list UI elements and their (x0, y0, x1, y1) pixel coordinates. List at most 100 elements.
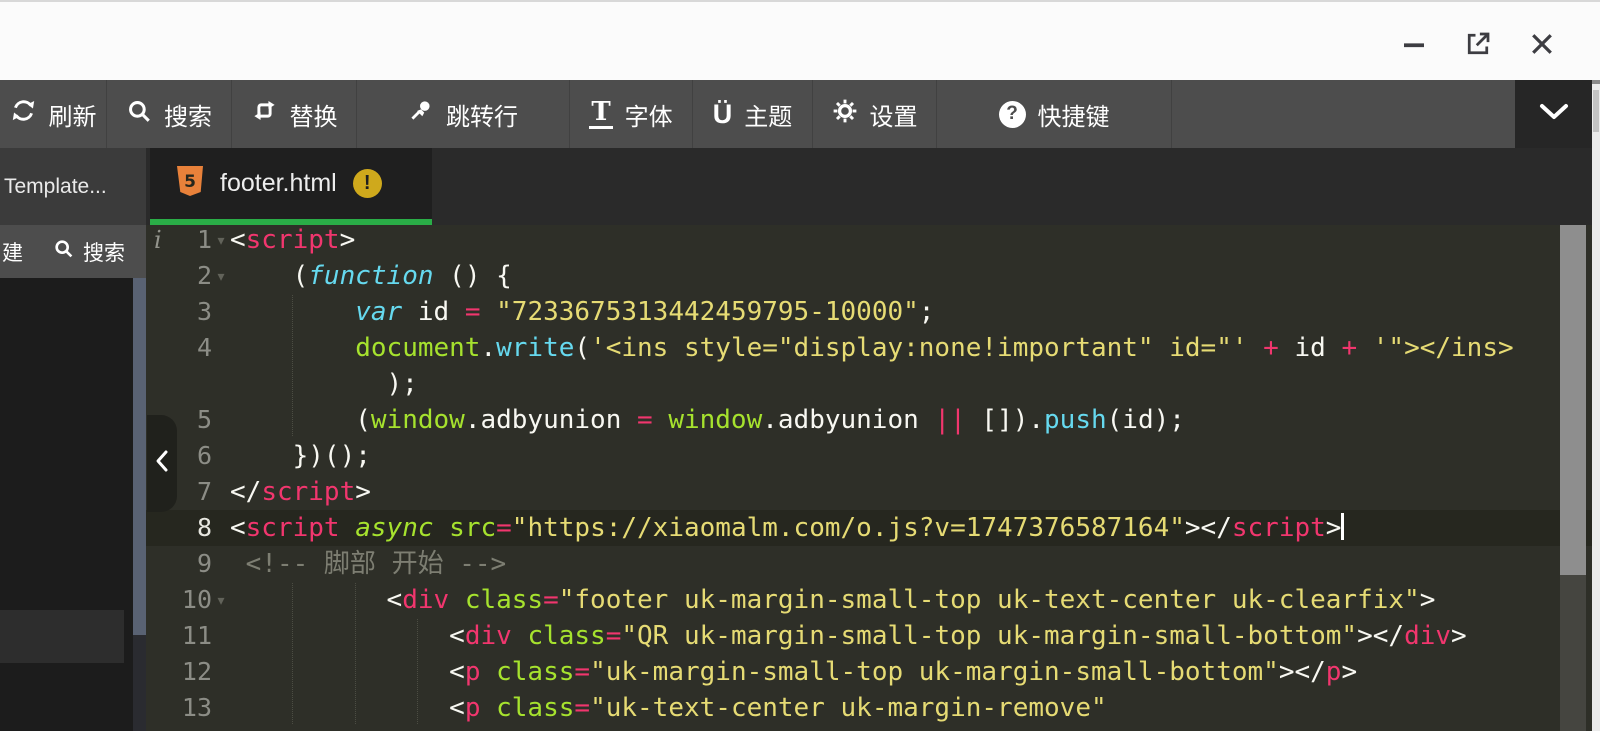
tab-strip: Template... 5 footer.html ! (0, 148, 1592, 225)
sidebar-collapse-handle[interactable] (147, 415, 177, 512)
line-number: 3 (146, 294, 212, 330)
indent-guide (417, 619, 418, 724)
code-line[interactable]: 9 <!-- 脚部 开始 --> (146, 546, 1592, 582)
code-text: <script> (230, 225, 355, 258)
text-cursor (1341, 513, 1344, 540)
code-editor[interactable]: i1▾<script>2▾ (function () {3 var id = "… (146, 225, 1592, 731)
toolbar-button-label: 快捷键 (1038, 97, 1110, 132)
code-line[interactable]: ); (146, 366, 1592, 402)
editor-scrollbar-thumb[interactable] (1560, 225, 1586, 575)
code-line[interactable]: 7</script> (146, 474, 1592, 510)
sidebar-scrollbar-track[interactable] (133, 635, 147, 731)
code-line[interactable]: 5 (window.adbyunion = window.adbyunion |… (146, 402, 1592, 438)
toolbar-button-label: 设置 (870, 97, 918, 132)
line-number: 13 (146, 690, 212, 726)
code-text: <div class="footer uk-margin-small-top u… (230, 582, 1435, 618)
line-number: 11 (146, 618, 212, 654)
fold-gutter (212, 546, 230, 582)
html5-icon: 5 (176, 165, 204, 202)
window-scrollbar-track[interactable] (1592, 80, 1600, 731)
fold-gutter (212, 654, 230, 690)
fold-toggle-icon[interactable]: ▾ (212, 225, 230, 258)
code-text: <p class="uk-text-center uk-margin-remov… (230, 690, 1107, 726)
line-number: 8 (146, 510, 212, 546)
close-icon[interactable] (1526, 28, 1558, 60)
sidebar-header: 建 搜索 (0, 225, 146, 278)
replace-button[interactable]: 替换 (232, 80, 357, 148)
refresh-button[interactable]: 刷新 (0, 80, 107, 148)
search-icon (126, 98, 152, 131)
svg-text:5: 5 (184, 172, 196, 192)
line-number: 12 (146, 654, 212, 690)
code-text: <p class="uk-margin-small-top uk-margin-… (230, 654, 1357, 690)
sidebar: 建 搜索 (0, 225, 146, 731)
sidebar-scrollbar-thumb[interactable] (133, 278, 147, 635)
code-text: })(); (230, 438, 371, 474)
code-line[interactable]: 6 })(); (146, 438, 1592, 474)
gear-icon (832, 98, 858, 131)
fold-gutter (212, 330, 230, 366)
search-icon (53, 238, 74, 265)
sidebar-search-button[interactable]: 搜索 (53, 237, 125, 267)
indent-guide (355, 583, 356, 724)
fold-toggle-icon[interactable]: ▾ (212, 582, 230, 618)
shortcuts-button[interactable]: ? 快捷键 (937, 80, 1172, 148)
font-icon: T (589, 99, 612, 129)
sidebar-new-button[interactable]: 建 (2, 237, 23, 267)
pin-icon (408, 98, 434, 131)
code-line[interactable]: 10▾ <div class="footer uk-margin-small-t… (146, 582, 1592, 618)
code-line[interactable]: 4 document.write('<ins style="display:no… (146, 330, 1592, 366)
code-text: <div class="QR uk-margin-small-top uk-ma… (230, 618, 1467, 654)
code-line[interactable]: 13 <p class="uk-text-center uk-margin-re… (146, 690, 1592, 726)
line-number: 2 (146, 258, 212, 294)
code-text: <!-- 脚部 开始 --> (230, 546, 506, 582)
theme-button[interactable]: Ü 主题 (693, 80, 813, 148)
chevron-left-icon (154, 448, 170, 479)
fold-gutter (212, 618, 230, 654)
toolbar-button-label: 跳转行 (446, 97, 518, 132)
code-text: var id = "7233675313442459795-10000"; (230, 294, 934, 330)
sidebar-panel-title[interactable]: Template... (0, 148, 146, 225)
code-line[interactable]: i1▾<script> (146, 225, 1592, 258)
toolbar-button-label: 字体 (625, 97, 673, 132)
window-controls (1398, 28, 1558, 60)
fold-gutter (212, 438, 230, 474)
fold-gutter (212, 474, 230, 510)
title-bar (0, 0, 1600, 80)
code-line[interactable]: 11 <div class="QR uk-margin-small-top uk… (146, 618, 1592, 654)
tab-title: footer.html (220, 169, 337, 198)
goto-line-button[interactable]: 跳转行 (357, 80, 570, 148)
toolbar-button-label: 主题 (744, 97, 792, 132)
window-scrollbar-tick (1592, 80, 1600, 84)
settings-button[interactable]: 设置 (813, 80, 937, 148)
fold-gutter (212, 510, 230, 546)
editor-scrollbar-track[interactable] (1560, 575, 1586, 731)
fold-toggle-icon[interactable]: ▾ (212, 258, 230, 294)
code-text: document.write('<ins style="display:none… (230, 330, 1514, 366)
code-text: <script async src="https://xiaomalm.com/… (230, 510, 1344, 546)
toolbar-button-label: 搜索 (164, 97, 212, 132)
replace-icon (251, 97, 278, 131)
window-scrollbar-thumb[interactable] (1593, 90, 1599, 132)
code-line[interactable]: 8 <script async src="https://xiaomalm.com… (146, 510, 1592, 546)
font-button[interactable]: T 字体 (570, 80, 693, 148)
code-text: </script> (230, 474, 371, 510)
code-line[interactable]: 3 var id = "7233675313442459795-10000"; (146, 294, 1592, 330)
line-number: 4 (146, 330, 212, 366)
toolbar-collapse-button[interactable] (1515, 80, 1592, 148)
line-number (146, 366, 212, 402)
line-number: 10 (146, 582, 212, 618)
sidebar-item-highlight[interactable] (0, 610, 124, 663)
code-line[interactable]: 12 <p class="uk-margin-small-top uk-marg… (146, 654, 1592, 690)
code-line[interactable]: 2▾ (function () { (146, 258, 1592, 294)
search-button[interactable]: 搜索 (107, 80, 232, 148)
fold-gutter (212, 366, 230, 402)
minimize-icon[interactable] (1398, 28, 1430, 60)
refresh-icon (10, 97, 37, 131)
warning-icon: ! (353, 169, 382, 198)
tab-footer-html[interactable]: 5 footer.html ! (150, 148, 432, 225)
maximize-icon[interactable] (1462, 28, 1494, 60)
help-icon: ? (999, 101, 1026, 128)
chevron-down-icon (1538, 103, 1570, 126)
code-rows: i1▾<script>2▾ (function () {3 var id = "… (146, 225, 1592, 726)
